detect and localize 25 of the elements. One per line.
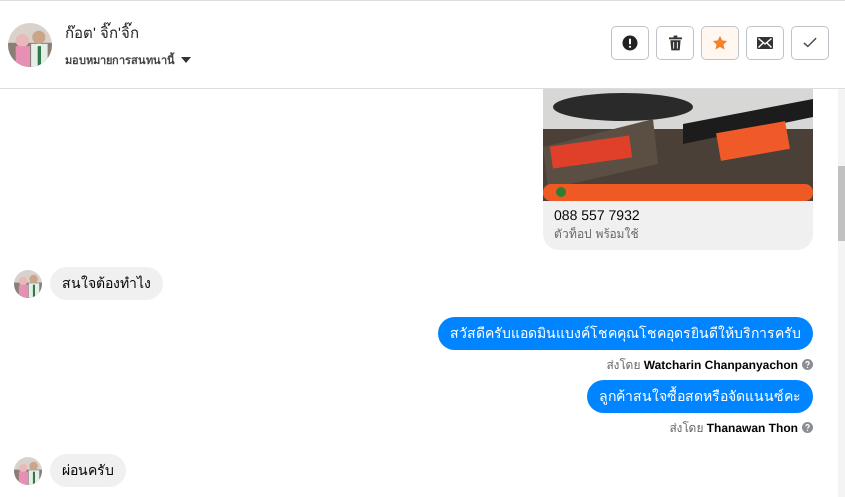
ad-card[interactable]: 088 557 7932 ตัวท็อป พร้อมใช้: [543, 89, 813, 250]
caret-icon: [181, 56, 191, 62]
message-bubble: สวัสดีครับแอดมินแบงค์โชคคุณโชคอุดรยินดีให้บริการครับ: [438, 317, 813, 350]
alert-icon: [622, 34, 638, 50]
scrollbar-thumb[interactable]: [838, 166, 845, 241]
help-icon[interactable]: [802, 359, 813, 370]
phone-number: 088 557 7932: [553, 206, 641, 224]
check-icon: [803, 37, 817, 48]
message-bubble: ผ่อนครับ: [50, 454, 126, 487]
envelope-icon: [757, 36, 773, 48]
ad-subtitle: ตัวท็อป พร้อมใช้: [553, 226, 640, 243]
trash-button[interactable]: [656, 26, 694, 60]
message-bubble: ลูกค้าสนใจซื้อสดหรือจัดแนนซ์คะ: [587, 380, 813, 413]
contact-name: ก๊อต' จิ๊ก'จิ๊ก: [65, 20, 611, 44]
sent-by-label: ส่งโดย Watcharin Chanpanyachon: [606, 357, 798, 374]
star-icon: [712, 34, 728, 50]
assign-dropdown[interactable]: มอบหมายการสนทนานี้: [65, 50, 191, 68]
alert-button[interactable]: [611, 26, 649, 60]
sent-by-label: ส่งโดย Thanawan Thon: [669, 420, 798, 437]
trash-icon: [668, 34, 682, 50]
star-button[interactable]: [701, 26, 739, 60]
help-icon[interactable]: [802, 422, 813, 433]
mail-button[interactable]: [746, 26, 784, 60]
message-bubble: สนใจต้องทำไง: [50, 267, 163, 300]
check-button[interactable]: [791, 26, 829, 60]
